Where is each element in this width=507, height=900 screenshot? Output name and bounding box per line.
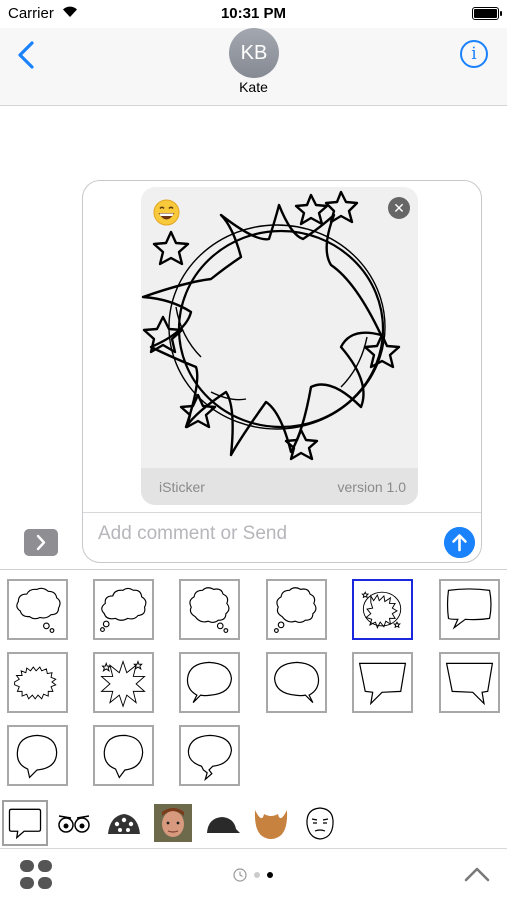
send-button[interactable] <box>444 527 475 558</box>
speech-bubble-category-icon[interactable] <box>2 800 48 846</box>
conversation-header: KB Kate i <box>0 28 507 106</box>
battery-icon <box>472 7 502 20</box>
sticker-lightning-speech-bubble[interactable] <box>179 725 240 786</box>
sticker-spiky-shout-bubble[interactable] <box>7 652 68 713</box>
ladybug-category-icon[interactable] <box>105 804 143 842</box>
sticker-drawer <box>0 569 507 900</box>
grinning-face-icon <box>153 199 180 226</box>
sticker-thought-bubble-2[interactable] <box>93 579 154 640</box>
back-button[interactable] <box>14 40 38 70</box>
beard-category-icon[interactable] <box>252 804 290 842</box>
sticker-preview: ✕ iSticker version 1.0 <box>141 187 418 505</box>
sticker-thought-bubble-1[interactable] <box>7 579 68 640</box>
compose-box: ✕ iSticker version 1.0 Add comment or Se… <box>82 180 482 563</box>
version-label: version 1.0 <box>337 479 406 495</box>
face-photo-category-icon[interactable] <box>154 804 192 842</box>
info-button[interactable]: i <box>460 40 488 68</box>
sticker-oval-speech-bubble-1[interactable] <box>179 652 240 713</box>
sticker-round-speech-bubble-1[interactable] <box>7 725 68 786</box>
app-drawer-bottom-bar <box>0 848 507 900</box>
comment-input[interactable]: Add comment or Send <box>98 523 287 545</box>
sticker-burst-bubble-sparkles[interactable] <box>93 652 154 713</box>
compose-divider <box>83 512 481 513</box>
status-time: 10:31 PM <box>220 5 287 22</box>
burst-sticker-image <box>141 190 401 461</box>
contact-name[interactable]: Kate <box>0 79 507 95</box>
eyes-category-icon[interactable] <box>55 804 93 842</box>
sticker-oval-speech-bubble-2[interactable] <box>266 652 327 713</box>
cap-category-icon[interactable] <box>203 804 241 842</box>
page-indicator[interactable] <box>232 867 278 883</box>
preview-footer: iSticker version 1.0 <box>141 468 418 505</box>
avatar[interactable]: KB <box>229 28 279 78</box>
app-drawer-icon[interactable] <box>20 860 52 890</box>
sticker-trapezoid-speech-bubble-2[interactable] <box>439 652 500 713</box>
app-brand-label: iSticker <box>159 479 205 495</box>
meme-face-category-icon[interactable] <box>301 804 339 842</box>
sticker-trapezoid-speech-bubble-1[interactable] <box>352 652 413 713</box>
expand-apps-button[interactable] <box>24 529 58 556</box>
sticker-category-bar <box>0 795 507 847</box>
collapse-drawer-button[interactable] <box>464 865 490 883</box>
remove-sticker-button[interactable]: ✕ <box>388 197 410 219</box>
sticker-rectangle-speech-bubble[interactable] <box>439 579 500 640</box>
sticker-thought-bubble-4[interactable] <box>266 579 327 640</box>
sticker-thought-bubble-3[interactable] <box>179 579 240 640</box>
status-bar: Carrier 10:31 PM <box>0 0 507 28</box>
sticker-round-speech-bubble-2[interactable] <box>93 725 154 786</box>
sticker-burst-bubble-stars[interactable] <box>352 579 413 640</box>
